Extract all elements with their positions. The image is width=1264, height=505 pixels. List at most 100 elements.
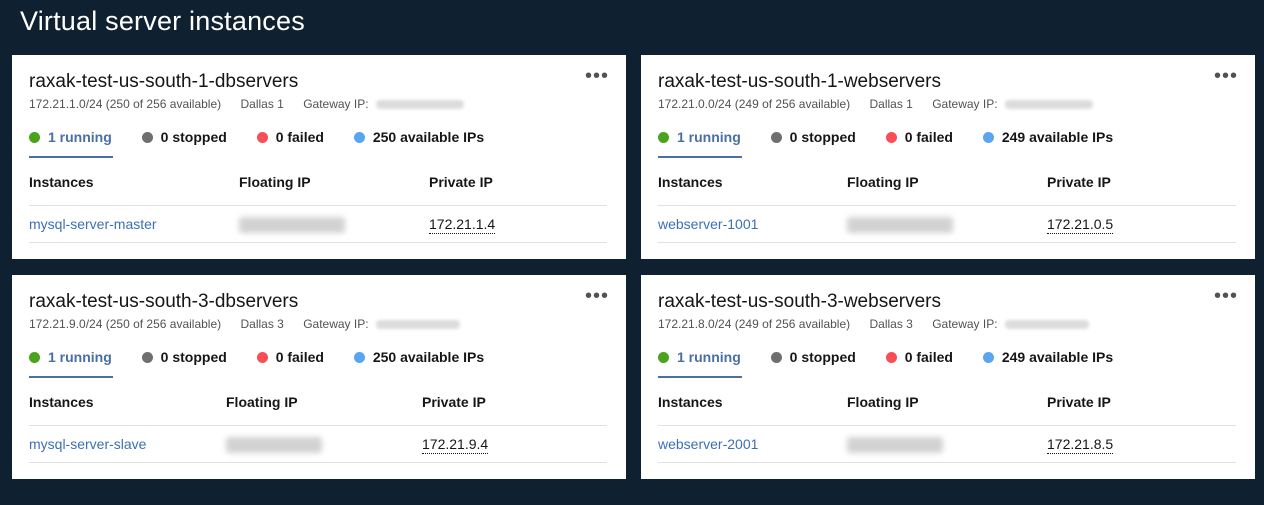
status-tabs: 1 running 0 stopped 0 failed 250 availab… [29,349,510,366]
subnet-cidr: 172.21.0.0/24 (249 of 256 available) [658,97,851,111]
floating-ip-redacted [847,216,953,233]
overflow-menu-icon[interactable]: ••• [1214,286,1238,309]
stopped-dot-icon [770,351,782,363]
running-dot-icon [658,131,669,143]
available-dot-icon [982,131,994,143]
stopped-dot-icon [770,131,782,143]
location: Dallas 1 [240,97,284,111]
subnet-card: raxak-test-us-south-3-dbservers ••• 172.… [12,275,626,479]
col-instances: Instances [658,391,847,426]
floating-ip-redacted [226,436,322,453]
stopped-dot-icon [141,131,153,143]
tab-available[interactable]: 249 available IPs [982,129,1113,145]
tab-running[interactable]: 1 running [658,349,741,365]
subnet-cidr: 172.21.1.0/24 (250 of 256 available) [29,97,222,111]
instances-table: Instances Floating IP Private IP mysql-s… [29,171,607,243]
tab-running[interactable]: 1 running [658,129,741,145]
subnet-card: raxak-test-us-south-1-dbservers ••• 172.… [12,55,626,259]
status-tabs: 1 running 0 stopped 0 failed 250 availab… [29,129,510,146]
table-row: mysql-server-slave 172.21.9.4 [29,425,607,463]
status-tabs: 1 running 0 stopped 0 failed 249 availab… [658,129,1139,146]
card-title: raxak-test-us-south-3-dbservers [29,291,299,312]
tab-stopped[interactable]: 0 stopped [770,349,856,365]
overflow-menu-icon[interactable]: ••• [585,66,609,89]
private-ip[interactable]: 172.21.1.4 [429,216,496,234]
tab-stopped[interactable]: 0 stopped [770,129,856,145]
subnet-card: raxak-test-us-south-1-webservers ••• 172… [641,55,1255,259]
tab-available[interactable]: 250 available IPs [353,349,484,365]
col-private-ip: Private IP [429,171,607,206]
col-floating-ip: Floating IP [847,171,1047,206]
failed-dot-icon [885,131,897,143]
instance-link[interactable]: mysql-server-slave [29,436,146,452]
instance-link[interactable]: mysql-server-master [29,216,157,232]
card-meta: 172.21.0.0/24 (249 of 256 available) Dal… [658,97,1093,111]
overflow-menu-icon[interactable]: ••• [585,286,609,309]
tab-stopped[interactable]: 0 stopped [141,129,227,145]
instance-link[interactable]: webserver-2001 [658,436,758,452]
available-dot-icon [353,131,365,143]
subnet-card: raxak-test-us-south-3-webservers ••• 172… [641,275,1255,479]
location: Dallas 1 [869,97,913,111]
location: Dallas 3 [869,317,913,331]
active-tab-indicator [658,376,742,378]
tab-stopped[interactable]: 0 stopped [141,349,227,365]
card-meta: 172.21.9.0/24 (250 of 256 available) Dal… [29,317,460,331]
running-dot-icon [29,131,40,143]
floating-ip-redacted [847,436,943,453]
failed-dot-icon [256,131,268,143]
failed-dot-icon [256,351,268,363]
subnet-cidr: 172.21.9.0/24 (250 of 256 available) [29,317,222,331]
col-private-ip: Private IP [1047,391,1236,426]
available-dot-icon [982,351,994,363]
instances-table: Instances Floating IP Private IP webserv… [658,391,1236,463]
tab-running[interactable]: 1 running [29,349,112,365]
col-instances: Instances [29,171,239,206]
private-ip[interactable]: 172.21.9.4 [422,436,489,454]
tab-failed[interactable]: 0 failed [256,129,324,145]
gateway-ip-redacted [1004,100,1093,110]
col-instances: Instances [658,171,847,206]
gateway-label: Gateway IP: [932,97,998,111]
gateway-label: Gateway IP: [303,97,369,111]
active-tab-indicator [658,156,742,158]
location: Dallas 3 [240,317,284,331]
gateway-ip-redacted [1004,320,1089,330]
overflow-menu-icon[interactable]: ••• [1214,66,1238,89]
instances-table: Instances Floating IP Private IP webserv… [658,171,1236,243]
card-title: raxak-test-us-south-3-webservers [658,291,941,312]
table-row: mysql-server-master 172.21.1.4 [29,205,607,243]
private-ip[interactable]: 172.21.0.5 [1047,216,1114,234]
tab-available[interactable]: 250 available IPs [353,129,484,145]
card-title: raxak-test-us-south-1-webservers [658,71,941,92]
status-tabs: 1 running 0 stopped 0 failed 249 availab… [658,349,1139,366]
tab-failed[interactable]: 0 failed [256,349,324,365]
instances-table: Instances Floating IP Private IP mysql-s… [29,391,607,463]
instance-link[interactable]: webserver-1001 [658,216,758,232]
tab-available[interactable]: 249 available IPs [982,349,1113,365]
card-meta: 172.21.1.0/24 (250 of 256 available) Dal… [29,97,464,111]
running-dot-icon [658,351,669,363]
col-private-ip: Private IP [422,391,607,426]
gateway-ip-redacted [375,320,460,330]
gateway-ip-redacted [375,100,464,110]
tab-failed[interactable]: 0 failed [885,129,953,145]
tab-failed[interactable]: 0 failed [885,349,953,365]
table-row: webserver-1001 172.21.0.5 [658,205,1236,243]
gateway-label: Gateway IP: [932,317,998,331]
gateway-label: Gateway IP: [303,317,369,331]
page-title: Virtual server instances [20,6,305,36]
card-title: raxak-test-us-south-1-dbservers [29,71,299,92]
private-ip[interactable]: 172.21.8.5 [1047,436,1114,454]
active-tab-indicator [29,376,113,378]
col-floating-ip: Floating IP [847,391,1047,426]
tab-running[interactable]: 1 running [29,129,112,145]
table-row: webserver-2001 172.21.8.5 [658,425,1236,463]
running-dot-icon [29,351,40,363]
card-meta: 172.21.8.0/24 (249 of 256 available) Dal… [658,317,1089,331]
stopped-dot-icon [141,351,153,363]
active-tab-indicator [29,156,113,158]
col-private-ip: Private IP [1047,171,1236,206]
available-dot-icon [353,351,365,363]
col-floating-ip: Floating IP [226,391,422,426]
